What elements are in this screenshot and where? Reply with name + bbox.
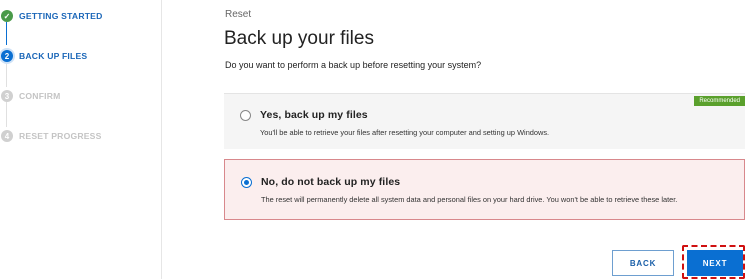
step-number-icon: 4 <box>1 130 13 142</box>
next-button[interactable]: NEXT <box>687 250 743 276</box>
step-label: RESET PROGRESS <box>19 131 102 141</box>
step-label: BACK UP FILES <box>19 51 88 61</box>
check-icon: ✓ <box>1 10 13 22</box>
step-connector <box>6 102 7 127</box>
step-label: CONFIRM <box>19 91 61 101</box>
breadcrumb: Reset <box>225 9 252 20</box>
step-connector <box>6 22 7 45</box>
option-description: You'll be able to retrieve your files af… <box>260 128 550 137</box>
option-title: Yes, back up my files <box>260 109 368 121</box>
page-title: Back up your files <box>224 28 374 49</box>
question-text: Do you want to perform a back up before … <box>225 60 482 70</box>
step-number-icon: 2 <box>1 50 13 62</box>
option-back-up-files[interactable]: Yes, back up my files You'll be able to … <box>224 93 745 149</box>
recommended-badge: Recommended <box>694 96 745 106</box>
radio-button-selected[interactable] <box>241 177 252 188</box>
step-label: GETTING STARTED <box>19 11 103 21</box>
option-description: The reset will permanently delete all sy… <box>261 195 678 204</box>
option-title: No, do not back up my files <box>261 176 401 188</box>
option-do-not-back-up[interactable]: No, do not back up my files The reset wi… <box>224 159 745 220</box>
step-number-icon: 3 <box>1 90 13 102</box>
stepper-sidebar: ✓ GETTING STARTED 2 BACK UP FILES 3 CONF… <box>0 0 162 279</box>
radio-button-unselected[interactable] <box>240 110 251 121</box>
step-connector <box>6 62 7 87</box>
back-button[interactable]: BACK <box>612 250 674 276</box>
